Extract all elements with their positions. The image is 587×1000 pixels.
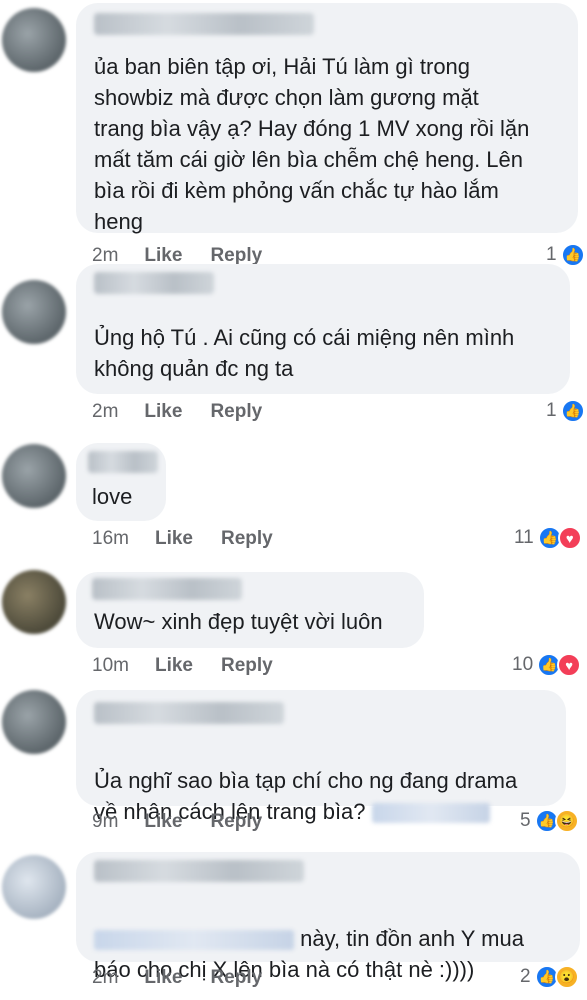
reaction-count: 10 [512,654,534,675]
reaction-count: 5 [520,810,531,831]
comment-bubble: này, tin đồn anh Y mua báo cho chị X lên … [76,852,580,982]
comment-time[interactable]: 2m [92,401,118,422]
commenter-name-redacted[interactable] [94,702,284,724]
reaction-count: 1 [546,400,557,421]
comment-text: love [92,484,133,509]
reply-button[interactable]: Reply [210,245,262,266]
comment-time[interactable]: 9m [92,811,118,832]
like-button[interactable]: Like [144,245,182,266]
comment-text: Wow~ xinh đẹp tuyệt vời luôn [94,609,383,634]
comment-time[interactable]: 10m [92,655,129,676]
reply-button[interactable]: Reply [221,528,273,549]
like-button[interactable]: Like [155,528,193,549]
commenter-avatar[interactable] [2,690,66,754]
comment-actions: 10m Like Reply [92,655,301,677]
reaction-summary[interactable]: 5 👍 😆 [520,809,579,833]
commenter-avatar[interactable] [2,8,66,72]
tagged-name-redacted[interactable] [94,930,294,951]
like-reaction-icon: 👍 [560,243,585,267]
comment-bubble: Ủa nghĩ sao bìa tạp chí cho ng đang dram… [76,690,566,824]
comment-actions: 16m Like Reply [92,528,301,550]
love-reaction-icon: ♥ [557,653,582,677]
reaction-summary[interactable]: 10 👍 ♥ [512,653,582,677]
comment-time[interactable]: 2m [92,245,118,266]
commenter-name-redacted[interactable] [92,578,242,600]
like-button[interactable]: Like [144,401,182,422]
like-button[interactable]: Like [144,967,182,988]
reply-button[interactable]: Reply [210,401,262,422]
comment-text-line: này, tin đồn anh Y mua [300,926,524,951]
commenter-avatar[interactable] [2,280,66,344]
comment-text-line: Ủa nghĩ sao bìa tạp chí cho ng đang dram… [94,768,518,793]
comment-bubble: love [76,443,166,521]
like-button[interactable]: Like [155,655,193,676]
love-reaction-icon: ♥ [557,526,582,550]
comment-text: ủa ban biên tập ơi, Hải Tú làm gì trong … [94,54,530,234]
reaction-summary[interactable]: 2 👍 😮 [520,965,579,989]
comment-actions: 2m Like Reply [92,401,290,423]
reaction-count: 1 [546,244,557,265]
comment-text: Ủng hộ Tú . Ai cũng có cái miệng nên mìn… [94,325,515,381]
commenter-avatar[interactable] [2,570,66,634]
commenter-name-redacted[interactable] [88,451,158,473]
reply-button[interactable]: Reply [210,967,262,988]
comment-actions: 9m Like Reply [92,811,290,833]
like-button[interactable]: Like [144,811,182,832]
commenter-name-redacted[interactable] [94,272,214,294]
reply-button[interactable]: Reply [210,811,262,832]
commenter-avatar[interactable] [2,444,66,508]
reaction-count: 11 [514,527,534,548]
comment-time[interactable]: 2m [92,967,118,988]
wow-reaction-icon: 😮 [554,965,579,989]
tagged-name-redacted[interactable] [371,803,490,824]
comment-bubble: Wow~ xinh đẹp tuyệt vời luôn [76,572,424,648]
reply-button[interactable]: Reply [221,655,273,676]
commenter-name-redacted[interactable] [94,13,314,35]
comment-bubble: Ủng hộ Tú . Ai cũng có cái miệng nên mìn… [76,264,570,394]
comment-time[interactable]: 16m [92,528,129,549]
like-reaction-icon: 👍 [560,399,585,423]
comment-bubble: ủa ban biên tập ơi, Hải Tú làm gì trong … [76,3,578,234]
haha-reaction-icon: 😆 [554,809,579,833]
reaction-count: 2 [520,966,531,987]
commenter-name-redacted[interactable] [94,860,304,882]
commenter-avatar[interactable] [2,855,66,919]
reaction-summary[interactable]: 11 👍 ♥ [514,526,582,550]
reaction-summary[interactable]: 1 👍 [546,399,585,423]
comment-actions: 2m Like Reply [92,967,290,989]
